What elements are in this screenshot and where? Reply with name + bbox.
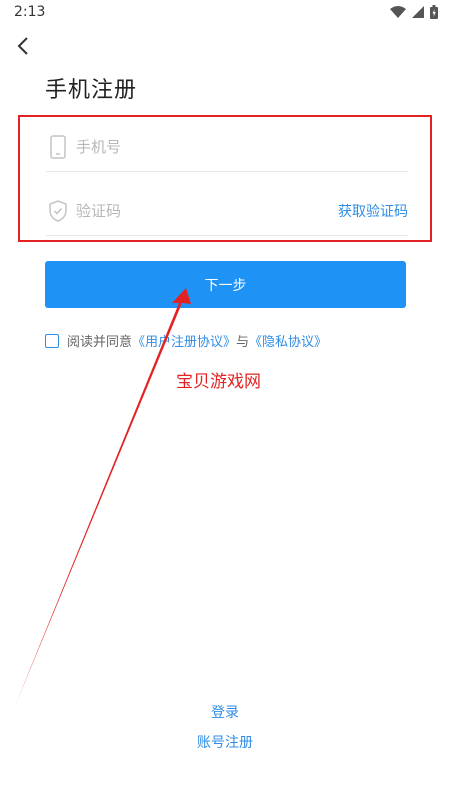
verification-code-input[interactable] bbox=[74, 195, 328, 227]
status-time: 2:13 bbox=[14, 4, 46, 20]
wifi-icon bbox=[390, 6, 406, 18]
phone-icon bbox=[50, 135, 66, 159]
battery-icon bbox=[430, 5, 438, 19]
phone-row bbox=[46, 123, 408, 172]
agreement-prefix: 阅读并同意 bbox=[67, 335, 133, 350]
account-register-link[interactable]: 账号注册 bbox=[0, 732, 450, 752]
login-link[interactable]: 登录 bbox=[0, 702, 450, 722]
agreement-row: 阅读并同意 《用户注册协议》 与 《隐私协议》 bbox=[45, 331, 327, 350]
signal-icon bbox=[412, 6, 424, 18]
phone-input[interactable] bbox=[74, 131, 328, 163]
status-bar: 2:13 bbox=[0, 0, 450, 26]
agreement-joiner: 与 bbox=[236, 335, 250, 350]
shield-icon bbox=[49, 200, 67, 222]
code-row: 获取验证码 bbox=[46, 187, 408, 236]
page-title: 手机注册 bbox=[45, 78, 138, 103]
get-code-button[interactable]: 获取验证码 bbox=[338, 201, 408, 221]
watermark-text: 宝贝游戏网 bbox=[176, 372, 261, 392]
privacy-agreement-link[interactable]: 《隐私协议》 bbox=[249, 331, 327, 350]
status-icons bbox=[390, 5, 438, 19]
agree-checkbox[interactable] bbox=[45, 333, 59, 348]
registration-form: 获取验证码 bbox=[18, 115, 432, 242]
next-step-button[interactable]: 下一步 bbox=[45, 261, 406, 308]
user-agreement-link[interactable]: 《用户注册协议》 bbox=[132, 331, 236, 350]
back-arrow-icon[interactable] bbox=[12, 34, 36, 58]
